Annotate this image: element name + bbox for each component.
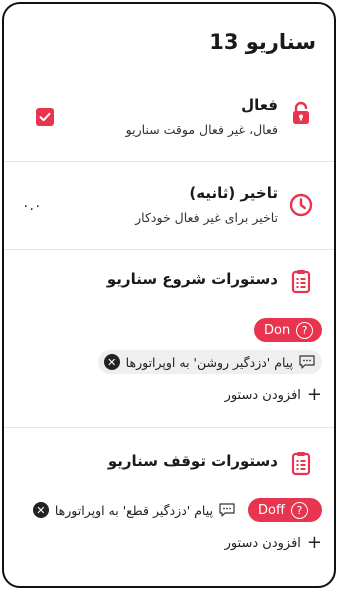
stop-add-command-label: افزودن دستور [224, 535, 301, 551]
plus-icon: + [306, 532, 322, 553]
stop-command-tag-label: Doff [258, 502, 285, 518]
plus-icon: + [306, 384, 322, 405]
active-checkbox[interactable] [36, 108, 54, 126]
lock-icon [293, 101, 309, 124]
start-add-command-button[interactable]: + افزودن دستور [225, 386, 322, 404]
start-add-command-label: افزودن دستور [224, 387, 301, 403]
divider [4, 249, 334, 250]
help-icon[interactable]: ? [296, 321, 314, 339]
message-icon [219, 503, 235, 517]
stop-commands-title: دستورات توقف سناریو [107, 452, 278, 470]
clock-icon [289, 193, 313, 217]
clipboard-list-icon [291, 452, 311, 476]
close-icon[interactable]: ✕ [103, 354, 120, 370]
stop-add-command-button[interactable]: + افزودن دستور [225, 534, 322, 552]
help-icon[interactable]: ? [290, 501, 308, 519]
divider [4, 161, 334, 162]
check-icon [39, 112, 51, 122]
start-command-tag[interactable]: Don ? [254, 318, 322, 342]
active-subtitle: فعال، غیر فعال موقت سناریو [125, 122, 278, 137]
clipboard-list-icon [291, 270, 311, 294]
start-command-tag-label: Don [264, 322, 291, 338]
start-commands-title: دستورات شروع سناریو [106, 270, 278, 288]
close-icon[interactable]: ✕ [32, 502, 49, 518]
start-message-chip: پیام 'دزدگیر روشن' به اوپراتورها ✕ [97, 350, 322, 374]
message-icon [299, 355, 315, 369]
stop-message-chip: پیام 'دزدگیر قطع' به اوپراتورها ✕ [32, 498, 242, 522]
stop-command-tag[interactable]: Doff ? [248, 498, 322, 522]
delay-subtitle: تاخیر برای غیر فعال خودکار [135, 210, 278, 225]
divider [4, 427, 334, 428]
delay-value[interactable]: ۰.۰ [22, 198, 42, 214]
active-title: فعال [241, 96, 278, 114]
start-message-text: پیام 'دزدگیر روشن' به اوپراتورها [125, 354, 293, 370]
delay-title: تاخیر (ثانیه) [189, 184, 278, 202]
page-title: سناریو 13 [209, 30, 316, 54]
stop-message-text: پیام 'دزدگیر قطع' به اوپراتورها [54, 502, 213, 518]
scenario-panel: سناریو 13 فعال فعال، غیر فعال موقت سناری… [2, 2, 336, 588]
